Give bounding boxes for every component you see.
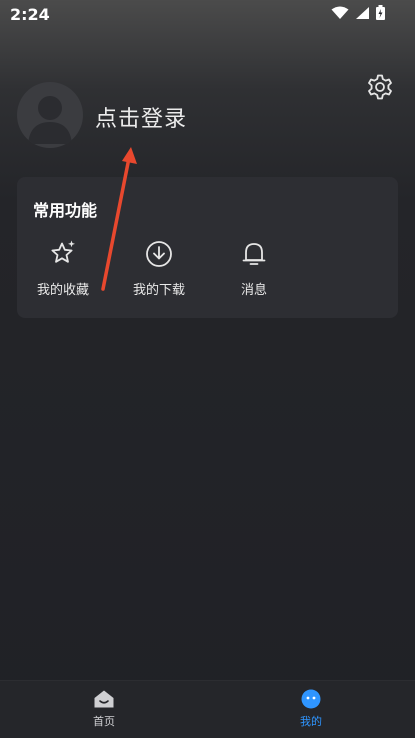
status-time: 2:24 bbox=[10, 5, 50, 24]
battery-charging-icon bbox=[376, 5, 385, 20]
star-sparkle-icon bbox=[51, 240, 75, 263]
downloads-label: 我的下载 bbox=[132, 283, 185, 298]
profile-face-icon bbox=[301, 689, 321, 709]
nav-profile-label: 我的 bbox=[300, 715, 322, 728]
bottom-nav: 首页 我的 bbox=[0, 680, 415, 738]
favorites-button[interactable]: 我的收藏 bbox=[23, 239, 103, 303]
login-link[interactable]: 点击登录 bbox=[95, 101, 187, 133]
favorites-label: 我的收藏 bbox=[36, 283, 89, 298]
status-icons bbox=[331, 5, 385, 20]
messages-label: 消息 bbox=[240, 283, 267, 298]
card-title: 常用功能 bbox=[33, 201, 98, 220]
wifi-icon bbox=[331, 6, 349, 19]
home-face-icon bbox=[94, 690, 114, 708]
gear-icon bbox=[368, 74, 392, 100]
nav-profile[interactable]: 我的 bbox=[281, 689, 341, 729]
status-bar: 2:24 bbox=[0, 0, 415, 28]
bell-icon bbox=[242, 243, 266, 265]
cellular-signal-icon bbox=[356, 6, 369, 19]
common-functions-card: 常用功能 我的收藏 我的下载 消息 bbox=[17, 177, 398, 318]
user-avatar-icon bbox=[28, 96, 72, 144]
downloads-button[interactable]: 我的下载 bbox=[119, 239, 199, 303]
messages-button[interactable]: 消息 bbox=[214, 239, 294, 303]
nav-home-label: 首页 bbox=[93, 715, 115, 728]
download-circle-icon bbox=[146, 241, 172, 267]
settings-button[interactable] bbox=[366, 73, 394, 101]
nav-home[interactable]: 首页 bbox=[74, 689, 134, 729]
avatar[interactable] bbox=[17, 82, 83, 148]
